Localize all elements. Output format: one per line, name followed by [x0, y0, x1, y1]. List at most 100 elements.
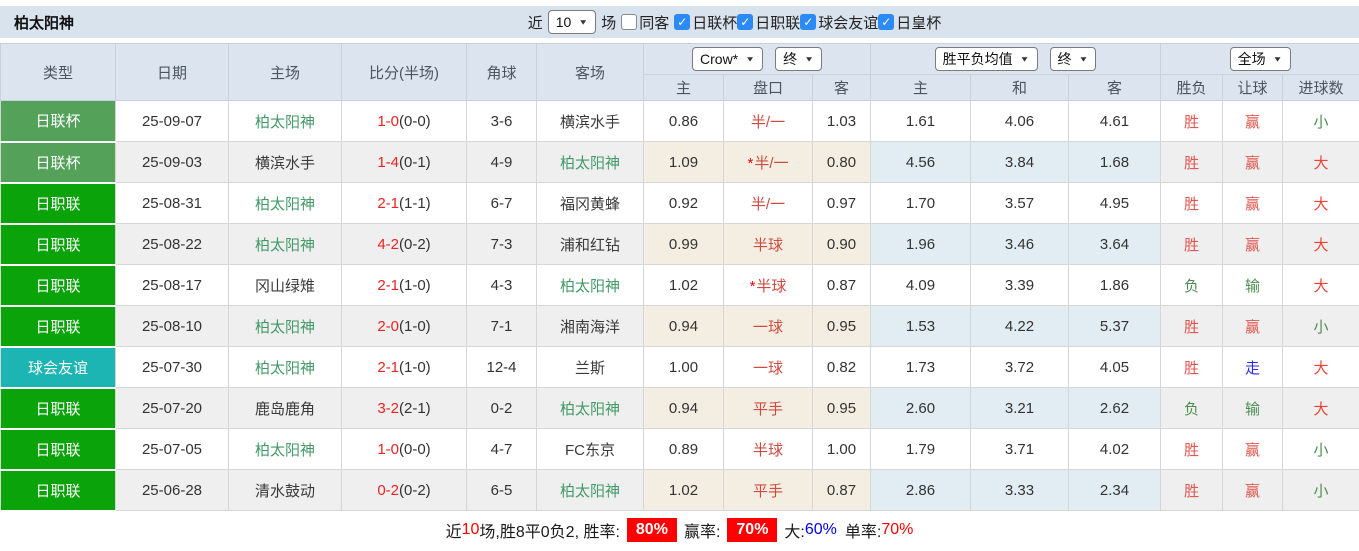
cell-goals-result: 大: [1283, 224, 1359, 265]
cell-goals-result: 大: [1283, 347, 1359, 388]
filter-checkbox[interactable]: ✓: [737, 14, 753, 30]
cell-handicap-result: 赢: [1223, 101, 1283, 142]
cell-date: 25-07-05: [116, 429, 229, 470]
result-header: 全场 ▼: [1161, 44, 1359, 75]
odds-stage-select[interactable]: 终 ▼: [775, 47, 822, 71]
scope-select[interactable]: 全场 ▼: [1230, 47, 1291, 71]
full-time-score: 2-1: [377, 195, 399, 212]
full-time-score: 0-2: [377, 482, 399, 499]
sub-header-asia-home: 主: [644, 75, 724, 101]
sub-header-euro-draw: 和: [971, 75, 1069, 101]
col-header-date: 日期: [116, 44, 229, 101]
cell-date: 25-08-17: [116, 265, 229, 306]
cell-corners: 4-7: [467, 429, 537, 470]
half-time-score: (1-1): [399, 195, 431, 212]
cell-euro-draw: 3.21: [971, 388, 1069, 429]
cell-euro-home: 4.56: [871, 142, 971, 183]
cell-euro-home: 1.61: [871, 101, 971, 142]
cell-asia-home-odds: 0.94: [644, 388, 724, 429]
single-rate-label: 单率:: [845, 518, 881, 542]
cell-asia-away-odds: 0.87: [813, 470, 871, 511]
filter-checkbox[interactable]: ✓: [878, 14, 894, 30]
cell-league-type: 日职联: [1, 183, 116, 224]
chevron-down-icon: ▼: [1020, 55, 1030, 63]
cell-euro-away: 3.64: [1069, 224, 1161, 265]
sub-header-asia-line: 盘口: [724, 75, 813, 101]
sub-header-goals: 进球数: [1283, 75, 1359, 101]
cell-home-team: 冈山绿雉: [229, 265, 342, 306]
cell-league-type: 日联杯: [1, 142, 116, 183]
half-time-score: (2-1): [399, 400, 431, 417]
recent-count-value: 10: [556, 14, 572, 30]
cell-date: 25-06-28: [116, 470, 229, 511]
cell-date: 25-07-20: [116, 388, 229, 429]
filter-item-2[interactable]: ✓球会友谊: [800, 12, 878, 33]
cell-euro-draw: 3.71: [971, 429, 1069, 470]
cell-win-loss: 胜: [1161, 470, 1223, 511]
col-header-score: 比分(半场): [342, 44, 467, 101]
filter-label: 日联杯: [692, 12, 737, 33]
scope-value: 全场: [1238, 49, 1266, 69]
half-time-score: (0-2): [399, 236, 431, 253]
recent-count-select[interactable]: 10 ▼: [548, 10, 596, 34]
odds-company-select[interactable]: Crow* ▼: [692, 47, 763, 71]
cell-asia-home-odds: 0.94: [644, 306, 724, 347]
cell-asia-away-odds: 0.80: [813, 142, 871, 183]
euro-company-select[interactable]: 胜平负均值 ▼: [935, 47, 1038, 71]
asia-odds-header: Crow* ▼ 终 ▼: [644, 44, 871, 75]
cell-score: 0-2(0-2): [342, 470, 467, 511]
cell-score: 2-1(1-1): [342, 183, 467, 224]
cell-date: 25-08-22: [116, 224, 229, 265]
win-rate-badge: 80%: [627, 518, 677, 542]
cell-euro-draw: 3.39: [971, 265, 1069, 306]
cell-goals-result: 大: [1283, 142, 1359, 183]
cell-corners: 4-9: [467, 142, 537, 183]
filter-item-3[interactable]: ✓日皇杯: [878, 12, 941, 33]
cell-goals-result: 小: [1283, 101, 1359, 142]
cell-goals-result: 小: [1283, 429, 1359, 470]
recent-label: 近: [528, 12, 543, 33]
filter-item-0[interactable]: ✓日联杯: [674, 12, 737, 33]
cell-euro-away: 4.61: [1069, 101, 1161, 142]
cell-asia-home-odds: 1.00: [644, 347, 724, 388]
match-row: 日职联25-08-17冈山绿雉2-1(1-0)4-3柏太阳神1.02*半球0.8…: [1, 265, 1359, 306]
cell-date: 25-08-10: [116, 306, 229, 347]
summary-footer: 近 10 场,胜8平0负2, 胜率: 80% 赢率: 70% 大: 60% 单率…: [0, 512, 1359, 548]
cell-score: 1-0(0-0): [342, 429, 467, 470]
cell-asia-away-odds: 0.95: [813, 388, 871, 429]
toolbar: 柏太阳神 近 10 ▼ 场 同客 ✓日联杯✓日职联✓球会友谊✓日皇杯: [0, 6, 1359, 38]
filter-checkbox[interactable]: ✓: [674, 14, 690, 30]
cell-away-team: 柏太阳神: [537, 142, 644, 183]
full-time-score: 1-4: [377, 154, 399, 171]
col-header-away: 客场: [537, 44, 644, 101]
cell-goals-result: 大: [1283, 265, 1359, 306]
same-venue-checkbox[interactable]: [621, 14, 637, 30]
cell-euro-away: 2.62: [1069, 388, 1161, 429]
cell-euro-home: 2.86: [871, 470, 971, 511]
cell-euro-draw: 3.57: [971, 183, 1069, 224]
cell-handicap-result: 输: [1223, 388, 1283, 429]
cell-asia-home-odds: 1.09: [644, 142, 724, 183]
half-time-score: (0-0): [399, 441, 431, 458]
cell-euro-away: 5.37: [1069, 306, 1161, 347]
cell-win-loss: 胜: [1161, 306, 1223, 347]
filter-checkbox[interactable]: ✓: [800, 14, 816, 30]
cell-score: 1-4(0-1): [342, 142, 467, 183]
cell-asia-home-odds: 1.02: [644, 265, 724, 306]
filter-item-1[interactable]: ✓日职联: [737, 12, 800, 33]
toolbar-controls: 近 10 ▼ 场 同客 ✓日联杯✓日职联✓球会友谊✓日皇杯: [418, 10, 942, 34]
cell-date: 25-09-07: [116, 101, 229, 142]
full-time-score: 2-0: [377, 318, 399, 335]
cell-corners: 0-2: [467, 388, 537, 429]
same-venue-checkbox-item[interactable]: 同客: [621, 12, 669, 33]
cell-corners: 3-6: [467, 101, 537, 142]
match-rows: 日联杯25-09-07柏太阳神1-0(0-0)3-6横滨水手0.86半/一1.0…: [1, 101, 1359, 511]
cell-corners: 6-7: [467, 183, 537, 224]
cell-handicap-result: 赢: [1223, 306, 1283, 347]
cell-asia-away-odds: 0.82: [813, 347, 871, 388]
match-table: 类型 日期 主场 比分(半场) 角球 客场 Crow* ▼ 终 ▼: [0, 43, 1359, 512]
cell-league-type: 日职联: [1, 429, 116, 470]
cell-win-loss: 胜: [1161, 183, 1223, 224]
big-rate-label: 大:: [784, 518, 804, 542]
euro-stage-select[interactable]: 终 ▼: [1050, 47, 1097, 71]
